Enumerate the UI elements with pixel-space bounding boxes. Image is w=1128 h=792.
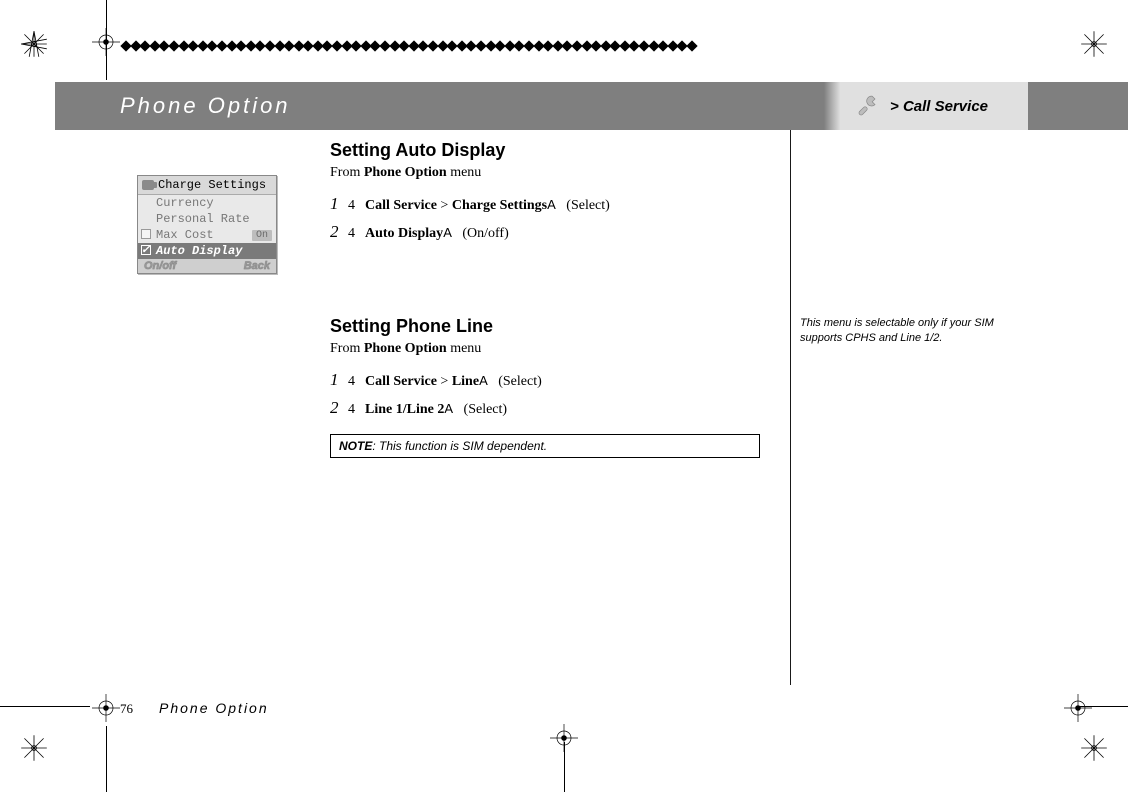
instruction-step: 24Line 1/Line 2A (Select) — [330, 395, 790, 421]
step-dpad-icon: 4 — [348, 195, 355, 216]
note-text: : This function is SIM dependent. — [372, 439, 547, 453]
from-line: From Phone Option menu — [330, 165, 790, 181]
sidebar-note: This menu is selectable only if your SIM… — [800, 316, 1000, 346]
note-label: NOTE — [339, 439, 372, 453]
page-header: Phone Option > Call Service — [55, 82, 1128, 130]
phone-screen-title-text: Charge Settings — [158, 178, 266, 192]
phone-screen-title: Charge Settings — [138, 176, 276, 195]
decorative-diamond-strip — [122, 40, 698, 52]
instruction-step: 14Call Service > LineA (Select) — [330, 367, 790, 393]
step-dpad-icon: 4 — [348, 399, 355, 420]
step-number: 2 — [330, 219, 348, 245]
sunburst-icon — [1078, 28, 1110, 60]
section-heading: Setting Phone Line — [330, 316, 790, 337]
page-footer: 76 Phone Option — [120, 700, 269, 717]
trim-line — [1078, 706, 1128, 707]
section-heading: Setting Auto Display — [330, 140, 790, 161]
step-number: 1 — [330, 367, 348, 393]
phone-screen-mock: Charge Settings Currency Personal Rate M… — [137, 175, 277, 274]
trim-line — [106, 0, 107, 80]
registration-mark-icon — [1064, 694, 1092, 722]
page-title: Phone Option — [120, 93, 291, 119]
checkbox-checked-icon — [141, 245, 151, 255]
note-box: NOTE: This function is SIM dependent. — [330, 434, 760, 458]
page-number: 76 — [120, 701, 133, 717]
checkbox-icon — [141, 229, 151, 239]
instruction-step: 24Auto DisplayA (On/off) — [330, 219, 790, 245]
softkey-left: On/off — [144, 260, 176, 272]
main-content: Setting Auto Display From Phone Option m… — [330, 140, 790, 458]
from-line: From Phone Option menu — [330, 341, 790, 357]
breadcrumb-area: > Call Service — [824, 82, 1028, 130]
wrench-icon — [854, 92, 882, 120]
phone-menu-item-max-cost: Max Cost On — [138, 227, 276, 243]
softkey-right: Back — [244, 260, 270, 272]
breadcrumb: > Call Service — [890, 98, 988, 115]
phone-menu-item: Personal Rate — [138, 211, 276, 227]
status-badge: On — [252, 230, 272, 241]
trim-line — [106, 726, 107, 792]
sunburst-icon — [1078, 732, 1110, 764]
registration-mark-icon — [92, 694, 120, 722]
divider-line — [790, 130, 791, 685]
sunburst-icon — [18, 732, 50, 764]
trim-line — [0, 706, 90, 707]
step-number: 1 — [330, 191, 348, 217]
phone-menu-item-selected: Auto Display — [138, 243, 276, 259]
charge-icon — [142, 180, 154, 190]
step-dpad-icon: 4 — [348, 223, 355, 244]
step-dpad-icon: 4 — [348, 371, 355, 392]
phone-softkeys: On/off Back — [138, 259, 276, 273]
footer-title: Phone Option — [159, 700, 269, 716]
phone-menu-label: Auto Display — [156, 244, 242, 258]
sunburst-icon — [18, 28, 50, 60]
phone-menu-item: Currency — [138, 195, 276, 211]
phone-menu-label: Max Cost — [156, 228, 214, 242]
trim-line — [564, 742, 565, 792]
instruction-step: 14Call Service > Charge SettingsA (Selec… — [330, 191, 790, 217]
step-number: 2 — [330, 395, 348, 421]
